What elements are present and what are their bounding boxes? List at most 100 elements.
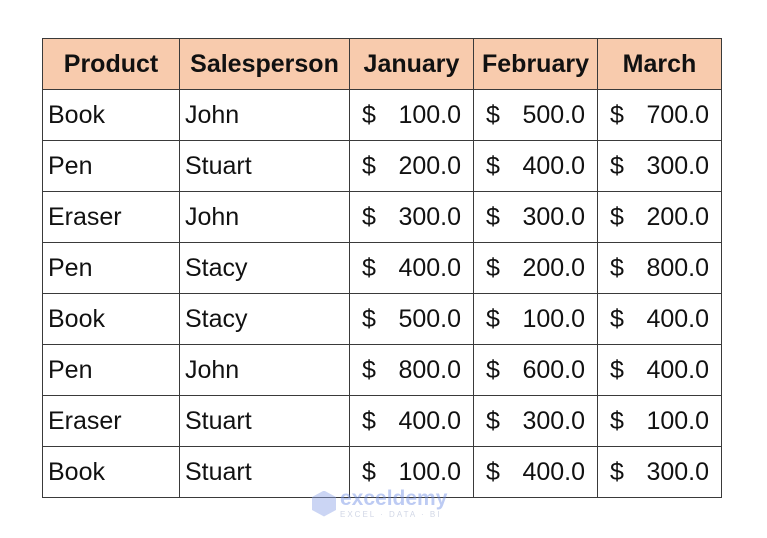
amount-value: 400.0 bbox=[398, 253, 461, 282]
table-row: Book John $100.0 $500.0 $700.0 bbox=[42, 89, 722, 141]
cell-february: $300.0 bbox=[473, 395, 598, 447]
cell-product: Eraser bbox=[42, 191, 180, 243]
header-january: January bbox=[349, 38, 474, 90]
cell-march: $200.0 bbox=[597, 191, 722, 243]
cell-march: $100.0 bbox=[597, 395, 722, 447]
amount-value: 400.0 bbox=[646, 355, 709, 384]
cell-february: $500.0 bbox=[473, 89, 598, 141]
currency-symbol: $ bbox=[362, 202, 376, 231]
currency-symbol: $ bbox=[610, 151, 624, 180]
cell-march: $800.0 bbox=[597, 242, 722, 294]
sales-table: Product Salesperson January February Mar… bbox=[42, 38, 722, 498]
cell-product: Eraser bbox=[42, 395, 180, 447]
amount-value: 800.0 bbox=[398, 355, 461, 384]
cell-salesperson: Stuart bbox=[179, 395, 350, 447]
header-product: Product bbox=[42, 38, 180, 90]
amount-value: 700.0 bbox=[646, 100, 709, 129]
currency-symbol: $ bbox=[486, 151, 500, 180]
table-row: Pen Stuart $200.0 $400.0 $300.0 bbox=[42, 140, 722, 192]
currency-symbol: $ bbox=[362, 100, 376, 129]
amount-value: 600.0 bbox=[522, 355, 585, 384]
amount-value: 400.0 bbox=[522, 457, 585, 486]
currency-symbol: $ bbox=[362, 151, 376, 180]
cell-salesperson: Stacy bbox=[179, 242, 350, 294]
cell-salesperson: John bbox=[179, 89, 350, 141]
cell-product: Pen bbox=[42, 242, 180, 294]
cell-january: $400.0 bbox=[349, 395, 474, 447]
table-row: Pen John $800.0 $600.0 $400.0 bbox=[42, 344, 722, 396]
amount-value: 300.0 bbox=[522, 202, 585, 231]
table-row: Pen Stacy $400.0 $200.0 $800.0 bbox=[42, 242, 722, 294]
cell-january: $800.0 bbox=[349, 344, 474, 396]
amount-value: 200.0 bbox=[522, 253, 585, 282]
currency-symbol: $ bbox=[610, 457, 624, 486]
amount-value: 400.0 bbox=[522, 151, 585, 180]
amount-value: 300.0 bbox=[398, 202, 461, 231]
cell-salesperson: John bbox=[179, 191, 350, 243]
cell-product: Pen bbox=[42, 344, 180, 396]
currency-symbol: $ bbox=[610, 406, 624, 435]
currency-symbol: $ bbox=[610, 355, 624, 384]
amount-value: 400.0 bbox=[646, 304, 709, 333]
amount-value: 400.0 bbox=[398, 406, 461, 435]
cell-salesperson: John bbox=[179, 344, 350, 396]
currency-symbol: $ bbox=[362, 253, 376, 282]
watermark-name: exceldemy bbox=[340, 487, 448, 510]
header-salesperson: Salesperson bbox=[179, 38, 350, 90]
cell-february: $400.0 bbox=[473, 446, 598, 498]
amount-value: 100.0 bbox=[398, 100, 461, 129]
amount-value: 300.0 bbox=[646, 457, 709, 486]
currency-symbol: $ bbox=[610, 202, 624, 231]
currency-symbol: $ bbox=[486, 253, 500, 282]
cell-january: $500.0 bbox=[349, 293, 474, 345]
currency-symbol: $ bbox=[486, 304, 500, 333]
exceldemy-logo-icon bbox=[312, 490, 336, 517]
amount-value: 500.0 bbox=[522, 100, 585, 129]
cell-february: $200.0 bbox=[473, 242, 598, 294]
cell-product: Book bbox=[42, 89, 180, 141]
watermark-tagline: EXCEL · DATA · BI bbox=[340, 510, 442, 519]
watermark: exceldemy EXCEL · DATA · BI bbox=[312, 488, 447, 519]
currency-symbol: $ bbox=[486, 457, 500, 486]
table-row: Eraser Stuart $400.0 $300.0 $100.0 bbox=[42, 395, 722, 447]
amount-value: 100.0 bbox=[522, 304, 585, 333]
amount-value: 300.0 bbox=[646, 151, 709, 180]
cell-salesperson: Stacy bbox=[179, 293, 350, 345]
cell-product: Book bbox=[42, 293, 180, 345]
cell-march: $300.0 bbox=[597, 140, 722, 192]
cell-february: $100.0 bbox=[473, 293, 598, 345]
currency-symbol: $ bbox=[486, 406, 500, 435]
currency-symbol: $ bbox=[610, 304, 624, 333]
currency-symbol: $ bbox=[486, 202, 500, 231]
cell-salesperson: Stuart bbox=[179, 140, 350, 192]
cell-march: $400.0 bbox=[597, 344, 722, 396]
cell-january: $300.0 bbox=[349, 191, 474, 243]
cell-march: $400.0 bbox=[597, 293, 722, 345]
cell-february: $400.0 bbox=[473, 140, 598, 192]
cell-january: $400.0 bbox=[349, 242, 474, 294]
amount-value: 300.0 bbox=[522, 406, 585, 435]
header-february: February bbox=[473, 38, 598, 90]
amount-value: 200.0 bbox=[646, 202, 709, 231]
header-row: Product Salesperson January February Mar… bbox=[42, 38, 722, 90]
cell-february: $300.0 bbox=[473, 191, 598, 243]
cell-march: $300.0 bbox=[597, 446, 722, 498]
amount-value: 100.0 bbox=[646, 406, 709, 435]
header-march: March bbox=[597, 38, 722, 90]
amount-value: 100.0 bbox=[398, 457, 461, 486]
cell-march: $700.0 bbox=[597, 89, 722, 141]
currency-symbol: $ bbox=[486, 100, 500, 129]
currency-symbol: $ bbox=[362, 304, 376, 333]
currency-symbol: $ bbox=[610, 100, 624, 129]
table-row: Eraser John $300.0 $300.0 $200.0 bbox=[42, 191, 722, 243]
cell-product: Book bbox=[42, 446, 180, 498]
amount-value: 500.0 bbox=[398, 304, 461, 333]
table-row: Book Stacy $500.0 $100.0 $400.0 bbox=[42, 293, 722, 345]
currency-symbol: $ bbox=[362, 406, 376, 435]
cell-january: $200.0 bbox=[349, 140, 474, 192]
cell-february: $600.0 bbox=[473, 344, 598, 396]
currency-symbol: $ bbox=[486, 355, 500, 384]
currency-symbol: $ bbox=[362, 355, 376, 384]
cell-january: $100.0 bbox=[349, 89, 474, 141]
currency-symbol: $ bbox=[610, 253, 624, 282]
